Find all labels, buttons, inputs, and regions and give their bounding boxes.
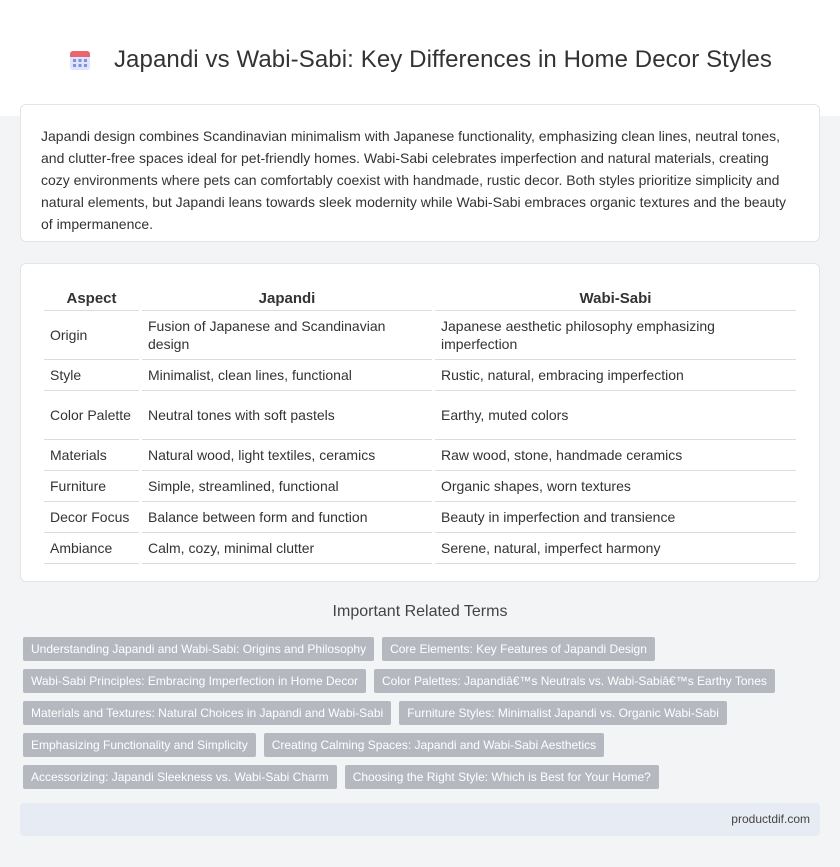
wabi-sabi-cell: Beauty in imperfection and transience <box>435 502 796 533</box>
related-term-tag[interactable]: Creating Calming Spaces: Japandi and Wab… <box>263 733 605 757</box>
related-term-tag[interactable]: Core Elements: Key Features of Japandi D… <box>382 637 655 661</box>
header-japandi: Japandi <box>142 284 432 311</box>
aspect-cell: Origin <box>44 311 139 360</box>
japandi-cell: Natural wood, light textiles, ceramics <box>142 440 432 471</box>
comparison-table: Aspect Japandi Wabi-Sabi Origin Fusion o… <box>41 284 799 564</box>
tag-row: Wabi-Sabi Principles: Embracing Imperfec… <box>23 669 823 693</box>
aspect-cell: Color Palette <box>44 391 139 440</box>
comparison-card: Aspect Japandi Wabi-Sabi Origin Fusion o… <box>20 263 820 582</box>
related-term-tag[interactable]: Choosing the Right Style: Which is Best … <box>344 765 659 789</box>
aspect-cell: Decor Focus <box>44 502 139 533</box>
table-header-row: Aspect Japandi Wabi-Sabi <box>44 284 796 311</box>
table-row: Ambiance Calm, cozy, minimal clutter Ser… <box>44 533 796 564</box>
intro-card: Japandi design combines Scandinavian min… <box>20 104 820 242</box>
related-terms-tags: Understanding Japandi and Wabi-Sabi: Ori… <box>23 637 823 797</box>
tag-row: Accessorizing: Japandi Sleekness vs. Wab… <box>23 765 823 789</box>
related-term-tag[interactable]: Accessorizing: Japandi Sleekness vs. Wab… <box>23 765 337 789</box>
page-header: Japandi vs Wabi-Sabi: Key Differences in… <box>0 0 840 116</box>
tag-row: Emphasizing Functionality and Simplicity… <box>23 733 823 757</box>
table-row: Furniture Simple, streamlined, functiona… <box>44 471 796 502</box>
tag-row: Understanding Japandi and Wabi-Sabi: Ori… <box>23 637 823 661</box>
japandi-cell: Calm, cozy, minimal clutter <box>142 533 432 564</box>
related-term-tag[interactable]: Wabi-Sabi Principles: Embracing Imperfec… <box>23 669 367 693</box>
wabi-sabi-cell: Japanese aesthetic philosophy emphasizin… <box>435 311 796 360</box>
related-term-tag[interactable]: Understanding Japandi and Wabi-Sabi: Ori… <box>23 637 375 661</box>
related-term-tag[interactable]: Emphasizing Functionality and Simplicity <box>23 733 256 757</box>
tag-row: Materials and Textures: Natural Choices … <box>23 701 823 725</box>
related-term-tag[interactable]: Materials and Textures: Natural Choices … <box>23 701 392 725</box>
page-footer: productdif.com <box>20 803 820 836</box>
japandi-cell: Balance between form and function <box>142 502 432 533</box>
intro-paragraph: Japandi design combines Scandinavian min… <box>41 128 786 232</box>
header-wabi-sabi: Wabi-Sabi <box>435 284 796 311</box>
table-row: Materials Natural wood, light textiles, … <box>44 440 796 471</box>
aspect-cell: Style <box>44 360 139 391</box>
related-term-tag[interactable]: Furniture Styles: Minimalist Japandi vs.… <box>399 701 727 725</box>
wabi-sabi-cell: Serene, natural, imperfect harmony <box>435 533 796 564</box>
aspect-cell: Ambiance <box>44 533 139 564</box>
table-row: Style Minimalist, clean lines, functiona… <box>44 360 796 391</box>
table-row: Color Palette Neutral tones with soft pa… <box>44 391 796 440</box>
japandi-cell: Neutral tones with soft pastels <box>142 391 432 440</box>
wabi-sabi-cell: Raw wood, stone, handmade ceramics <box>435 440 796 471</box>
wabi-sabi-cell: Organic shapes, worn textures <box>435 471 796 502</box>
aspect-cell: Furniture <box>44 471 139 502</box>
related-terms-title: Important Related Terms <box>332 603 508 620</box>
japandi-cell: Fusion of Japanese and Scandinavian desi… <box>142 311 432 360</box>
japandi-cell: Simple, streamlined, functional <box>142 471 432 502</box>
wabi-sabi-cell: Earthy, muted colors <box>435 391 796 440</box>
page-title: Japandi vs Wabi-Sabi: Key Differences in… <box>113 46 773 73</box>
related-term-tag[interactable]: Color Palettes: Japandiâ€™s Neutrals vs.… <box>374 669 775 693</box>
header-title-row: Japandi vs Wabi-Sabi: Key Differences in… <box>0 42 840 78</box>
aspect-cell: Materials <box>44 440 139 471</box>
calendar-icon <box>69 51 90 70</box>
footer-site-link[interactable]: productdif.com <box>731 812 810 826</box>
header-aspect: Aspect <box>44 284 139 311</box>
table-row: Decor Focus Balance between form and fun… <box>44 502 796 533</box>
table-row: Origin Fusion of Japanese and Scandinavi… <box>44 311 796 360</box>
japandi-cell: Minimalist, clean lines, functional <box>142 360 432 391</box>
wabi-sabi-cell: Rustic, natural, embracing imperfection <box>435 360 796 391</box>
